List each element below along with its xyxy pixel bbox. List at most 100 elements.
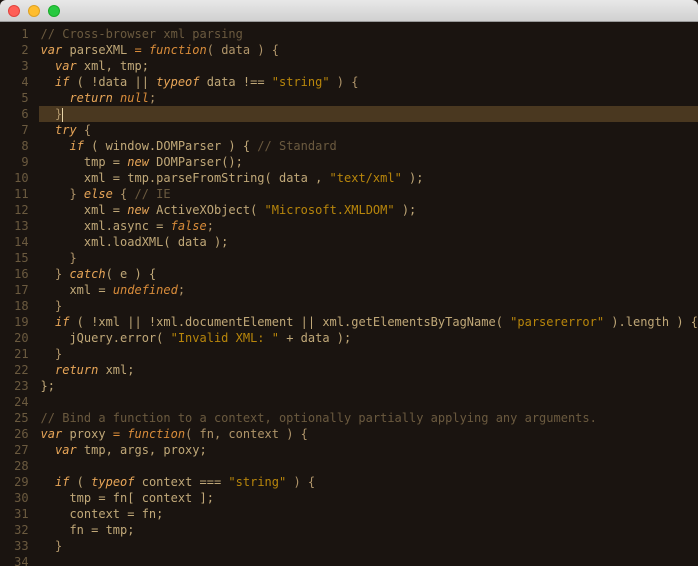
string: "string"	[228, 475, 286, 489]
code-line[interactable]	[39, 394, 698, 410]
code-line[interactable]	[39, 554, 698, 566]
line-number: 22	[0, 362, 29, 378]
text: };	[41, 379, 55, 393]
line-number: 30	[0, 490, 29, 506]
text: xml;	[98, 363, 134, 377]
text: ( window.DOMParser ) {	[84, 139, 257, 153]
line-number: 28	[0, 458, 29, 474]
text: tmp =	[84, 155, 127, 169]
comment-text: // Bind a function to a context, optiona…	[41, 411, 597, 425]
comment-text: // Cross-browser xml parsing	[41, 27, 243, 41]
keyword: if	[55, 475, 69, 489]
code-line[interactable]: if ( typeof context === "string" ) {	[39, 474, 698, 490]
text: xml.async =	[84, 219, 171, 233]
code-line-highlighted[interactable]: }	[39, 106, 698, 122]
comment-text: // IE	[135, 187, 171, 201]
minimize-button[interactable]	[28, 5, 40, 17]
brace: {	[113, 187, 135, 201]
code-line[interactable]: fn = tmp;	[39, 522, 698, 538]
code-line[interactable]: }	[39, 346, 698, 362]
code-line[interactable]: var xml, tmp;	[39, 58, 698, 74]
code-line[interactable]: xml = tmp.parseFromString( data , "text/…	[39, 170, 698, 186]
text: ActiveXObject(	[149, 203, 265, 217]
line-number: 25	[0, 410, 29, 426]
brace: }	[69, 251, 76, 265]
text	[113, 91, 120, 105]
code-line[interactable]: tmp = new DOMParser();	[39, 154, 698, 170]
line-number: 31	[0, 506, 29, 522]
code-line[interactable]: tmp = fn[ context ];	[39, 490, 698, 506]
text: ).length ) {	[604, 315, 698, 329]
string: "parsererror"	[510, 315, 604, 329]
code-area[interactable]: // Cross-browser xml parsing var parseXM…	[39, 22, 698, 566]
code-line[interactable]: xml = undefined;	[39, 282, 698, 298]
text: context ===	[135, 475, 229, 489]
text: xml =	[84, 203, 127, 217]
line-number: 33	[0, 538, 29, 554]
code-line[interactable]: if ( !data || typeof data !== "string" )…	[39, 74, 698, 90]
keyword: if	[69, 139, 83, 153]
string: "string"	[272, 75, 330, 89]
text: xml =	[69, 283, 112, 297]
close-button[interactable]	[8, 5, 20, 17]
code-line[interactable]: // Cross-browser xml parsing	[39, 26, 698, 42]
code-line[interactable]: try {	[39, 122, 698, 138]
line-number-gutter: 1 2 3 4 5 6 7 8 9 10 11 12 13 14 15 16 1…	[0, 22, 39, 566]
line-number: 8	[0, 138, 29, 154]
brace: }	[55, 347, 62, 361]
keyword: return	[55, 363, 98, 377]
titlebar[interactable]	[0, 0, 698, 22]
text: tmp, args, proxy;	[77, 443, 207, 457]
code-line[interactable]: xml.loadXML( data );	[39, 234, 698, 250]
code-line[interactable]: xml = new ActiveXObject( "Microsoft.XMLD…	[39, 202, 698, 218]
code-line[interactable]	[39, 458, 698, 474]
punct: ;	[149, 91, 156, 105]
code-line[interactable]: context = fn;	[39, 506, 698, 522]
line-number: 16	[0, 266, 29, 282]
code-line[interactable]: var proxy = function( fn, context ) {	[39, 426, 698, 442]
comment-text: // Standard	[257, 139, 336, 153]
keyword: var	[41, 43, 63, 57]
line-number: 32	[0, 522, 29, 538]
keyword: var	[55, 59, 77, 73]
params: ( fn, context ) {	[185, 427, 308, 441]
code-line[interactable]: if ( window.DOMParser ) { // Standard	[39, 138, 698, 154]
constant: false	[171, 219, 207, 233]
code-editor[interactable]: 1 2 3 4 5 6 7 8 9 10 11 12 13 14 15 16 1…	[0, 22, 698, 566]
string: "Microsoft.XMLDOM"	[265, 203, 395, 217]
code-line[interactable]: return null;	[39, 90, 698, 106]
brace: }	[55, 267, 69, 281]
text: );	[395, 203, 417, 217]
code-line[interactable]: }	[39, 538, 698, 554]
code-line[interactable]: xml.async = false;	[39, 218, 698, 234]
identifier: parseXML	[69, 43, 127, 57]
code-line[interactable]: var tmp, args, proxy;	[39, 442, 698, 458]
text: xml = tmp.parseFromString( data ,	[84, 171, 330, 185]
code-line[interactable]: }	[39, 298, 698, 314]
brace: {	[77, 123, 91, 137]
constant: undefined	[113, 283, 178, 297]
punct: ;	[207, 219, 214, 233]
keyword: new	[127, 155, 149, 169]
keyword: var	[41, 427, 63, 441]
text: ( e ) {	[106, 267, 157, 281]
cursor	[62, 108, 63, 122]
keyword: function	[149, 43, 207, 57]
zoom-button[interactable]	[48, 5, 60, 17]
keyword: return	[69, 91, 112, 105]
code-line[interactable]: // Bind a function to a context, optiona…	[39, 410, 698, 426]
code-line[interactable]: } catch( e ) {	[39, 266, 698, 282]
code-line[interactable]: };	[39, 378, 698, 394]
line-number: 27	[0, 442, 29, 458]
line-number: 13	[0, 218, 29, 234]
code-line[interactable]: return xml;	[39, 362, 698, 378]
code-line[interactable]: }	[39, 250, 698, 266]
line-number: 17	[0, 282, 29, 298]
code-line[interactable]: var parseXML = function( data ) {	[39, 42, 698, 58]
text: DOMParser();	[149, 155, 243, 169]
code-line[interactable]: jQuery.error( "Invalid XML: " + data );	[39, 330, 698, 346]
code-line[interactable]: if ( !xml || !xml.documentElement || xml…	[39, 314, 698, 330]
line-number: 18	[0, 298, 29, 314]
line-number: 21	[0, 346, 29, 362]
code-line[interactable]: } else { // IE	[39, 186, 698, 202]
